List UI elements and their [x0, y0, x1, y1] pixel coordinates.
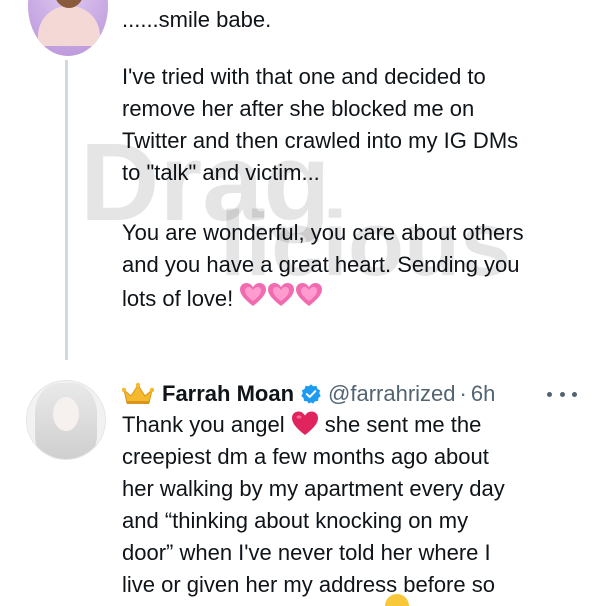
reply-author-avatar[interactable] [28, 0, 108, 56]
reply-text-paragraph-3: You are wonderful, you care about others… [122, 217, 582, 318]
timestamp-separator: · [459, 381, 467, 406]
tweet-timestamp[interactable]: 6h [471, 381, 495, 407]
farrah-moan-avatar[interactable] [26, 380, 106, 460]
response-text-start: Thank you angel [122, 412, 285, 437]
thread-connector-line [65, 60, 68, 360]
response-text-rest: she sent me the creepiest dm a few month… [122, 412, 505, 597]
pink-heart-icon [239, 281, 267, 309]
verified-badge-icon [301, 384, 321, 404]
avatar-face [53, 397, 79, 431]
crown-icon [122, 382, 154, 404]
avatar-shirt [38, 6, 100, 46]
response-tweet-text: Thank you angel she sent me the creepies… [122, 409, 582, 601]
tweet-header: Farrah Moan @farrahrized · 6h [122, 378, 495, 410]
pink-heart-icon [295, 281, 323, 309]
reply-text-paragraph-2: I've tried with that one and decided to … [122, 64, 519, 185]
author-display-name[interactable]: Farrah Moan [162, 381, 294, 407]
sparkling-heart-emojis [239, 281, 323, 318]
red-heart-icon [291, 410, 319, 436]
reply-text-line-1: ......smile babe. [122, 7, 272, 32]
pink-heart-icon [267, 281, 295, 309]
author-handle[interactable]: @farrahrized [328, 381, 456, 407]
more-options-icon[interactable] [547, 382, 577, 406]
